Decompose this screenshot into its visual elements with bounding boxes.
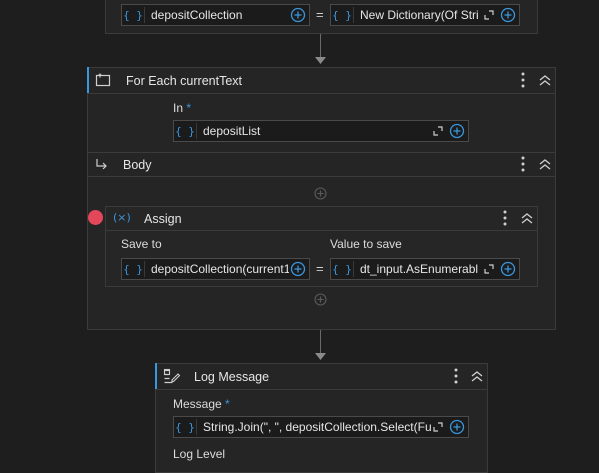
brace-icon: { } [175,420,195,434]
for-each-title: For Each currentText [126,74,243,88]
brace-icon: { } [123,262,143,276]
arrow-down-icon [315,353,326,360]
expand-icon[interactable] [482,262,496,276]
message-label: Message * [173,397,230,411]
save-to-field[interactable]: { } depositCollection(current1 [121,258,310,280]
collapse-icon[interactable] [538,73,552,87]
expand-icon[interactable] [431,420,445,434]
add-circle-icon[interactable] [448,122,466,140]
equals-sign: = [316,261,324,276]
connector-line [320,34,321,58]
add-circle-icon[interactable] [289,260,307,278]
add-activity-icon[interactable] [314,293,327,306]
variable-icon: (×) [113,211,131,224]
connector-line [320,330,321,354]
arrow-down-icon [315,57,326,64]
for-each-icon [95,73,111,87]
brace-icon: { } [175,124,195,138]
top-assign-to-value: depositCollection [151,8,243,22]
message-field[interactable]: { } String.Join(", ", depositCollection.… [173,416,469,438]
message-value: String.Join(", ", depositCollection.Sele… [203,420,431,434]
top-assign-value: New Dictionary(Of Stri [360,8,479,22]
assign-title: Assign [144,212,182,226]
more-options-icon[interactable] [518,155,528,173]
add-activity-icon[interactable] [314,187,327,200]
value-to-save-label: Value to save [330,237,402,251]
save-to-value: depositCollection(current1 [151,262,289,276]
more-options-icon[interactable] [518,71,528,89]
body-label: Body [123,158,152,172]
top-assign-value-field[interactable]: { } New Dictionary(Of Stri [330,4,520,26]
more-options-icon[interactable] [451,367,461,385]
expand-icon[interactable] [431,124,445,138]
in-label: In * [173,101,192,115]
add-circle-icon[interactable] [499,6,517,24]
in-value: depositList [203,124,261,138]
add-circle-icon[interactable] [289,6,307,24]
brace-icon: { } [123,8,143,22]
collapse-icon[interactable] [470,369,484,383]
brace-icon: { } [332,262,352,276]
save-to-label: Save to [121,237,162,251]
log-message-title: Log Message [194,370,270,384]
more-options-icon[interactable] [500,209,510,227]
breakpoint-marker[interactable] [88,210,103,225]
in-field[interactable]: { } depositList [173,120,469,142]
brace-icon: { } [332,8,352,22]
value-to-save-value: dt_input.AsEnumerabl [360,262,479,276]
add-circle-icon[interactable] [499,260,517,278]
top-assign-to-field[interactable]: { } depositCollection [121,4,310,26]
body-arrow-icon [96,159,107,170]
collapse-icon[interactable] [520,211,534,225]
log-message-icon [163,368,181,384]
collapse-icon[interactable] [538,157,552,171]
equals-sign: = [316,7,324,22]
expand-icon[interactable] [482,8,496,22]
value-to-save-field[interactable]: { } dt_input.AsEnumerabl [330,258,520,280]
add-circle-icon[interactable] [448,418,466,436]
